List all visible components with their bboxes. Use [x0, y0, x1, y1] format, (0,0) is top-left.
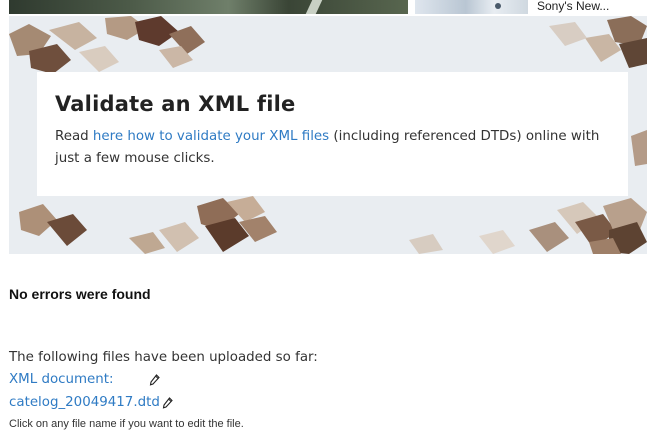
hero-banner: Validate an XML file Read here how to va…	[9, 16, 647, 254]
file-row-xml: XML document:	[9, 368, 318, 391]
uploaded-files: The following files have been uploaded s…	[9, 348, 318, 430]
uploaded-files-intro: The following files have been uploaded s…	[9, 350, 318, 365]
top-strip: Sony's New...	[0, 0, 647, 16]
pencil-icon[interactable]	[149, 373, 160, 386]
xml-document-link[interactable]: XML document:	[9, 372, 147, 387]
how-to-validate-link[interactable]: here how to validate your XML files	[93, 129, 329, 144]
news-teaser-link[interactable]: Sony's New...	[537, 0, 609, 13]
top-thumbnail[interactable]	[415, 0, 528, 14]
validate-card: Validate an XML file Read here how to va…	[37, 72, 628, 196]
page-title: Validate an XML file	[55, 92, 296, 116]
edit-hint: Click on any file name if you want to ed…	[9, 418, 244, 430]
top-photo[interactable]	[9, 0, 408, 14]
dtd-file-link[interactable]: catelog_20049417.dtd	[9, 395, 160, 410]
intro-paragraph: Read here how to validate your XML files…	[55, 126, 610, 170]
page: Sony's New... Validate an XML file Read …	[0, 0, 647, 436]
file-row-dtd: catelog_20049417.dtd	[9, 391, 318, 414]
validation-result: No errors were found	[9, 286, 151, 302]
intro-text-before: Read	[55, 129, 93, 144]
pencil-icon[interactable]	[162, 396, 173, 409]
